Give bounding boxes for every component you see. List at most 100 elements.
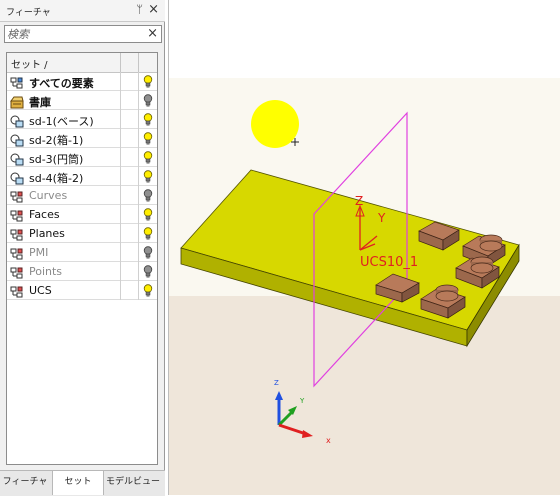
visibility-toggle[interactable] <box>138 262 157 281</box>
tree-row-label: Faces <box>29 208 60 221</box>
tree-row-label: sd-3(円筒) <box>29 153 84 166</box>
ucs-z-label: Z <box>355 194 363 208</box>
triad-x-label: x <box>326 436 331 445</box>
lightbulb-icon <box>143 265 153 278</box>
tree-row[interactable]: Planes <box>7 224 157 243</box>
lightbulb-icon <box>143 151 153 164</box>
tree-row-label: Planes <box>29 227 65 240</box>
lightbulb-icon <box>143 189 153 202</box>
tab-set[interactable]: セット <box>52 471 104 495</box>
tree-row-label: sd-2(箱-1) <box>29 134 84 147</box>
lightbulb-icon <box>143 113 153 126</box>
3d-viewport[interactable]: Z Y UCS10_1 Z Y x <box>168 0 560 495</box>
pin-icon[interactable]: ᛘ <box>136 3 143 16</box>
tree-row-label: sd-4(箱-2) <box>29 172 84 185</box>
tree-row[interactable]: 書庫 <box>7 91 157 110</box>
category-icon <box>10 189 24 203</box>
lightbulb-icon <box>143 170 153 183</box>
visibility-toggle[interactable] <box>138 148 157 167</box>
column-header-blank <box>121 53 139 72</box>
lightbulb-icon <box>143 132 153 145</box>
triad-y-label: Y <box>299 397 305 405</box>
column-divider <box>120 205 121 224</box>
ucs-label: UCS10_1 <box>360 255 418 270</box>
column-header-set[interactable]: セット / <box>7 53 121 72</box>
visibility-toggle[interactable] <box>138 281 157 300</box>
visibility-toggle[interactable] <box>138 129 157 148</box>
set-icon <box>10 113 24 128</box>
search-clear-button[interactable]: × <box>147 26 158 41</box>
search-input[interactable] <box>7 27 145 41</box>
tree-row[interactable]: sd-1(ベース) <box>7 110 157 129</box>
tree-row-label: Curves <box>29 189 68 202</box>
visibility-toggle[interactable] <box>138 72 157 91</box>
feature-panel: フィーチャ ᛘ × × セット / すべての要素書庫 sd-1(ベース) sd-2(… <box>0 0 165 496</box>
cylinder-3 <box>435 284 459 302</box>
set-icon <box>10 151 24 166</box>
category-icon <box>10 227 24 241</box>
close-panel-button[interactable]: × <box>148 2 159 17</box>
column-divider <box>120 167 121 186</box>
visibility-toggle[interactable] <box>138 205 157 224</box>
viewport-canvas: Z Y UCS10_1 Z Y x <box>169 0 560 495</box>
light-source-icon[interactable] <box>251 100 299 148</box>
search-box: × <box>4 25 162 43</box>
tree-row[interactable]: sd-4(箱-2) <box>7 167 157 186</box>
column-divider <box>120 72 121 91</box>
tree-row-label: すべての要素 <box>29 77 94 90</box>
visibility-toggle[interactable] <box>138 224 157 243</box>
visibility-toggle[interactable] <box>138 91 157 110</box>
column-header-row: セット / <box>7 53 157 73</box>
cylinder-2 <box>470 256 494 274</box>
tree-row-label: 書庫 <box>29 96 51 109</box>
lightbulb-icon <box>143 284 153 297</box>
triad-z-label: Z <box>274 379 279 387</box>
set-icon <box>10 170 24 185</box>
set-tree: セット / すべての要素 書庫 sd-1(ベース) sd-2(箱-1) sd-3(円筒)… <box>6 52 158 465</box>
set-icon <box>10 132 24 147</box>
visibility-toggle[interactable] <box>138 167 157 186</box>
tree-row-label: sd-1(ベース) <box>29 115 94 128</box>
tree-row[interactable]: Points <box>7 262 157 281</box>
tree-row[interactable]: sd-2(箱-1) <box>7 129 157 148</box>
lightbulb-icon <box>143 227 153 240</box>
category-icon <box>10 246 24 260</box>
panel-title: フィーチャ <box>6 8 51 18</box>
tree-row[interactable]: UCS <box>7 281 157 300</box>
category-icon <box>10 284 24 298</box>
column-divider <box>120 281 121 300</box>
tree-row[interactable]: sd-3(円筒) <box>7 148 157 167</box>
column-divider <box>120 110 121 129</box>
visibility-toggle[interactable] <box>138 243 157 262</box>
tree-row-label: PMI <box>29 246 49 259</box>
visibility-toggle[interactable] <box>138 186 157 205</box>
lightbulb-icon <box>143 94 153 107</box>
lightbulb-icon <box>143 75 153 88</box>
column-divider <box>120 148 121 167</box>
tab-feature[interactable]: フィーチャ <box>2 471 48 495</box>
tree-row[interactable]: PMI <box>7 243 157 262</box>
tree-row[interactable]: すべての要素 <box>7 72 157 91</box>
tree-row[interactable]: Faces <box>7 205 157 224</box>
category-icon <box>10 208 24 222</box>
column-divider <box>120 262 121 281</box>
column-divider <box>120 224 121 243</box>
panel-title-bar: フィーチャ ᛘ × <box>0 0 165 22</box>
background-ground <box>169 296 560 495</box>
column-divider <box>120 129 121 148</box>
ucs-y-label: Y <box>377 211 386 225</box>
all-elements-icon <box>10 75 24 89</box>
visibility-toggle[interactable] <box>138 110 157 129</box>
column-divider <box>120 91 121 110</box>
lightbulb-icon <box>143 208 153 221</box>
library-icon <box>10 94 24 109</box>
lightbulb-icon <box>143 246 153 259</box>
column-divider <box>120 243 121 262</box>
background-sky <box>169 0 560 78</box>
cylinder-1 <box>479 234 503 252</box>
tree-row-label: Points <box>29 265 63 278</box>
tab-model-view[interactable]: モデルビュー <box>104 471 162 495</box>
category-icon <box>10 265 24 279</box>
tree-row[interactable]: Curves <box>7 186 157 205</box>
column-divider <box>120 186 121 205</box>
